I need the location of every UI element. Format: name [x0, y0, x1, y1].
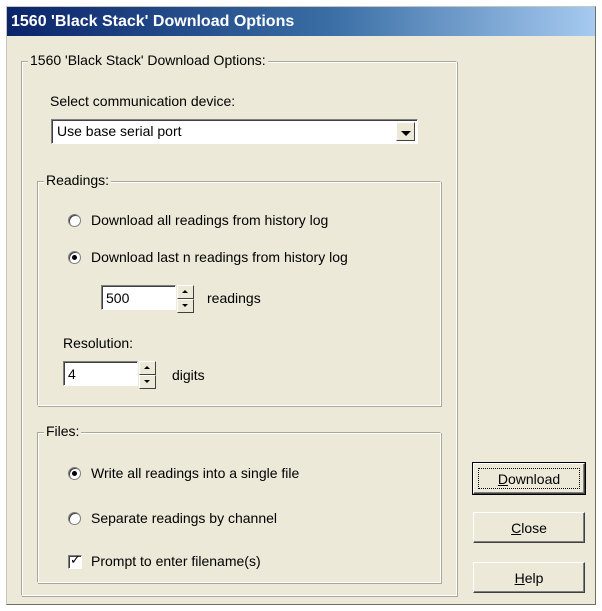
radio-separate-channel-label[interactable]: Separate readings by channel: [91, 510, 277, 526]
focus-ring: [478, 468, 580, 489]
radio-download-all-label[interactable]: Download all readings from history log: [91, 212, 328, 228]
spin-down-icon: [182, 304, 188, 307]
close-button[interactable]: Close: [473, 512, 585, 543]
radio-single-file[interactable]: [68, 467, 81, 480]
resolution-unit: digits: [172, 367, 205, 383]
chevron-down-icon: [401, 131, 411, 136]
radio-separate-channel[interactable]: [68, 512, 81, 525]
radio-download-last-n-label[interactable]: Download last n readings from history lo…: [91, 249, 348, 265]
device-selected-value: Use base serial port: [57, 123, 182, 139]
radio-selected-dot: [72, 255, 77, 260]
help-accel: H: [514, 570, 525, 586]
radio-single-file-label[interactable]: Write all readings into a single file: [91, 465, 299, 481]
files-group-legend: Files:: [44, 423, 82, 439]
close-accel: C: [511, 520, 522, 536]
readings-count-spinner[interactable]: [177, 285, 194, 313]
readings-count-unit: readings: [207, 290, 261, 306]
spin-up-icon: [182, 290, 188, 293]
resolution-down-button[interactable]: [139, 375, 156, 389]
help-button[interactable]: Help: [473, 562, 585, 593]
resolution-label: Resolution:: [63, 335, 134, 351]
window-title: 1560 'Black Stack' Download Options: [7, 7, 595, 36]
device-select[interactable]: Use base serial port: [51, 119, 418, 144]
readings-count-value: 500: [106, 290, 130, 306]
resolution-value: 4: [68, 366, 76, 382]
readings-count-input[interactable]: 500: [101, 285, 176, 310]
resolution-spinner[interactable]: [139, 361, 156, 389]
download-button[interactable]: Download: [472, 462, 586, 495]
prompt-filename-label[interactable]: Prompt to enter filename(s): [91, 553, 261, 569]
spin-down-icon: [144, 380, 150, 383]
device-dropdown-button[interactable]: [396, 122, 415, 141]
prompt-filename-checkbox[interactable]: ✓: [68, 553, 82, 569]
readings-count-up-button[interactable]: [177, 285, 194, 299]
readings-group-legend: Readings:: [44, 172, 112, 188]
radio-download-last-n[interactable]: [68, 251, 81, 264]
radio-download-all[interactable]: [68, 214, 81, 227]
resolution-up-button[interactable]: [139, 361, 156, 375]
device-label: Select communication device:: [50, 93, 236, 109]
close-label-rest: lose: [521, 520, 547, 536]
checkmark-icon: ✓: [70, 553, 81, 568]
radio-selected-dot: [72, 471, 77, 476]
readings-count-down-button[interactable]: [177, 299, 194, 313]
resolution-input[interactable]: 4: [63, 361, 138, 386]
download-options-dialog: 1560 'Black Stack' Download Options 1560…: [6, 6, 596, 605]
help-label-rest: elp: [524, 570, 544, 586]
spin-up-icon: [144, 366, 150, 369]
options-group-legend: 1560 'Black Stack' Download Options:: [28, 52, 268, 68]
